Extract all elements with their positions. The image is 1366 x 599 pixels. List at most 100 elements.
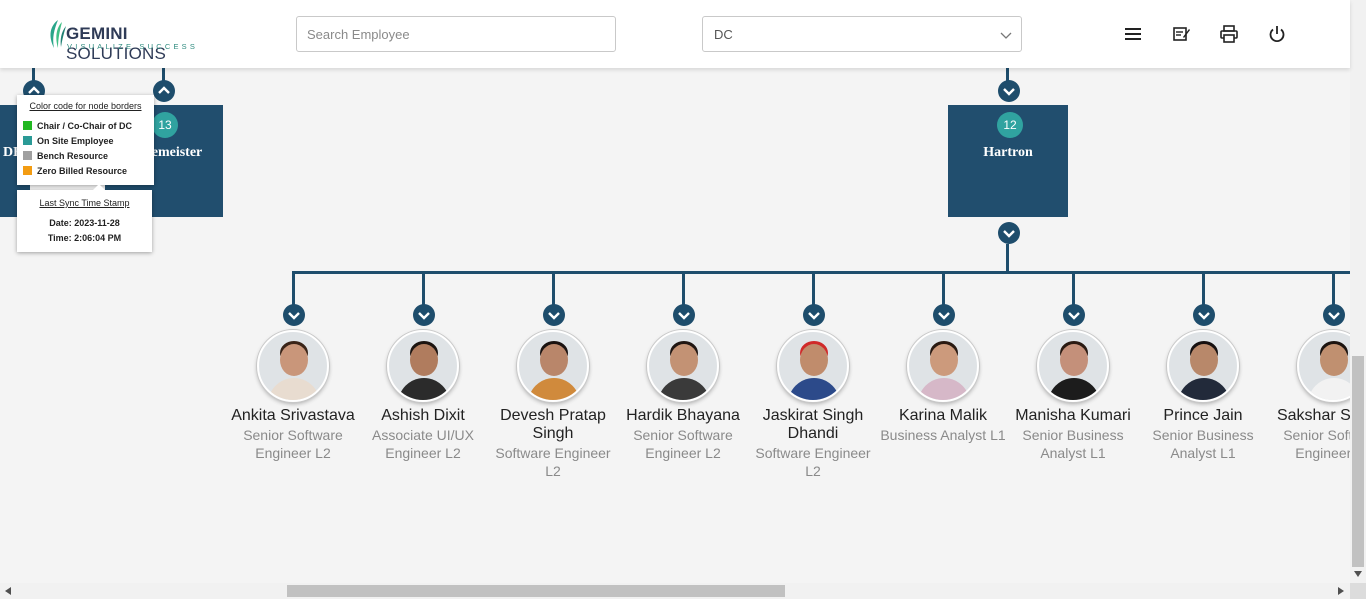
avatar-body bbox=[918, 378, 970, 400]
expand-node-toggle[interactable] bbox=[998, 80, 1020, 102]
legend-item: On Site Employee bbox=[23, 136, 114, 146]
notes-icon[interactable] bbox=[1171, 24, 1191, 44]
sync-timestamp-popup: Last Sync Time Stamp Date: 2023-11-28 Ti… bbox=[17, 184, 152, 252]
avatar-face bbox=[410, 344, 438, 376]
avatar-face bbox=[280, 344, 308, 376]
avatar bbox=[777, 330, 849, 402]
employee-card[interactable]: Jaskirat Singh Dhandi Software Engineer L… bbox=[748, 330, 878, 480]
expand-node-toggle[interactable] bbox=[933, 304, 955, 326]
connector-line bbox=[292, 272, 295, 306]
expand-node-toggle[interactable] bbox=[1323, 304, 1345, 326]
horizontal-scrollbar[interactable] bbox=[0, 583, 1350, 599]
expand-node-toggle[interactable] bbox=[283, 304, 305, 326]
employee-card[interactable]: Manisha Kumari Senior Business Analyst L1 bbox=[1008, 330, 1138, 462]
employee-name: Ashish Dixit bbox=[381, 407, 465, 424]
leaf-logo-icon bbox=[50, 20, 66, 48]
expand-node-toggle[interactable] bbox=[413, 304, 435, 326]
avatar-face bbox=[930, 344, 958, 376]
search-input[interactable] bbox=[296, 16, 616, 52]
sync-title: Last Sync Time Stamp bbox=[39, 198, 130, 208]
avatar bbox=[387, 330, 459, 402]
expand-node-toggle[interactable] bbox=[1193, 304, 1215, 326]
scrollbar-corner bbox=[1350, 583, 1366, 599]
dc-select-value: DC bbox=[714, 27, 733, 42]
vertical-scrollbar[interactable] bbox=[1350, 0, 1366, 583]
chevron-down-icon bbox=[418, 312, 430, 320]
connector-line bbox=[1006, 244, 1009, 272]
connector-line bbox=[292, 271, 1350, 274]
legend-item: Bench Resource bbox=[23, 151, 108, 161]
employee-name: Manisha Kumari bbox=[1015, 407, 1131, 424]
expand-node-toggle[interactable] bbox=[673, 304, 695, 326]
avatar-face bbox=[1320, 344, 1348, 376]
color-legend-popup: Color code for node borders Chair / Co-C… bbox=[17, 95, 154, 185]
chevron-down-icon bbox=[1068, 312, 1080, 320]
connector-line bbox=[942, 272, 945, 306]
collapse-node-toggle[interactable] bbox=[153, 80, 175, 102]
employee-name: Hardik Bhayana bbox=[626, 407, 740, 424]
connector-line bbox=[812, 272, 815, 306]
employee-role: Senior Business Analyst L1 bbox=[1022, 427, 1124, 461]
scroll-left-arrow-icon[interactable] bbox=[5, 587, 11, 595]
employee-name: Prince Jain bbox=[1163, 407, 1243, 424]
chevron-down-icon bbox=[1003, 88, 1015, 96]
chevron-down-icon bbox=[548, 312, 560, 320]
avatar-face bbox=[540, 344, 568, 376]
chevron-down-icon bbox=[1003, 230, 1015, 238]
avatar bbox=[1167, 330, 1239, 402]
expand-node-toggle[interactable] bbox=[1063, 304, 1085, 326]
legend-swatch bbox=[23, 121, 32, 130]
app-header: GEMINI SOLUTIONS VISUALIZE SUCCESS DC bbox=[0, 0, 1350, 68]
employee-name: Ankita Srivastava bbox=[231, 407, 355, 424]
chevron-down-icon bbox=[938, 312, 950, 320]
horizontal-scroll-thumb[interactable] bbox=[287, 585, 785, 597]
sync-date: Date: 2023-11-28 bbox=[49, 218, 120, 228]
avatar-body bbox=[1048, 378, 1100, 400]
employee-card[interactable]: Ashish Dixit Associate UI/UX Engineer L2 bbox=[358, 330, 488, 462]
scroll-right-arrow-icon[interactable] bbox=[1338, 587, 1344, 595]
employee-role: Senior Business Analyst L1 bbox=[1152, 427, 1254, 461]
avatar-face bbox=[1060, 344, 1088, 376]
avatar-body bbox=[1178, 378, 1230, 400]
avatar-body bbox=[788, 378, 840, 400]
employee-role: Associate UI/UX Engineer L2 bbox=[372, 427, 474, 461]
menu-icon[interactable] bbox=[1123, 24, 1143, 44]
employee-card[interactable]: Ankita Srivastava Senior Software Enginee… bbox=[228, 330, 358, 462]
chevron-down-icon bbox=[288, 312, 300, 320]
chevron-down-icon bbox=[808, 312, 820, 320]
legend-swatch bbox=[23, 166, 32, 175]
vertical-scroll-thumb[interactable] bbox=[1352, 356, 1364, 567]
chevron-down-icon bbox=[1198, 312, 1210, 320]
expand-node-toggle[interactable] bbox=[543, 304, 565, 326]
connector-line bbox=[552, 272, 555, 306]
employee-card[interactable]: Hardik Bhayana Senior Software Engineer L… bbox=[618, 330, 748, 462]
avatar bbox=[647, 330, 719, 402]
org-node-hartron[interactable]: 12 Hartron bbox=[948, 105, 1068, 217]
avatar bbox=[1037, 330, 1109, 402]
scroll-down-arrow-icon[interactable] bbox=[1354, 571, 1362, 577]
company-logo[interactable]: GEMINI SOLUTIONS VISUALIZE SUCCESS bbox=[46, 18, 216, 63]
chevron-up-icon bbox=[158, 86, 170, 94]
avatar-body bbox=[268, 378, 320, 400]
connector-line bbox=[682, 272, 685, 306]
legend-swatch bbox=[23, 136, 32, 145]
connector-line bbox=[1202, 272, 1205, 306]
logo-tagline: VISUALIZE SUCCESS bbox=[67, 42, 199, 51]
employee-role: Software Engineer L2 bbox=[495, 445, 611, 479]
expand-node-toggle[interactable] bbox=[998, 222, 1020, 244]
legend-swatch bbox=[23, 151, 32, 160]
employee-card[interactable]: Prince Jain Senior Business Analyst L1 bbox=[1138, 330, 1268, 462]
employee-card[interactable]: Devesh Pratap Singh Software Engineer L2 bbox=[488, 330, 618, 480]
expand-node-toggle[interactable] bbox=[803, 304, 825, 326]
member-count-badge: 12 bbox=[997, 112, 1023, 138]
print-icon[interactable] bbox=[1219, 24, 1239, 44]
power-icon[interactable] bbox=[1267, 24, 1287, 44]
employee-name: Devesh Pratap Singh bbox=[500, 407, 606, 442]
avatar-body bbox=[658, 378, 710, 400]
employee-card[interactable]: Karina Malik Business Analyst L1 bbox=[878, 330, 1008, 444]
avatar-body bbox=[528, 378, 580, 400]
avatar-face bbox=[800, 344, 828, 376]
dc-select[interactable]: DC bbox=[702, 16, 1022, 52]
chevron-down-icon bbox=[678, 312, 690, 320]
employee-name: Jaskirat Singh Dhandi bbox=[762, 407, 864, 442]
